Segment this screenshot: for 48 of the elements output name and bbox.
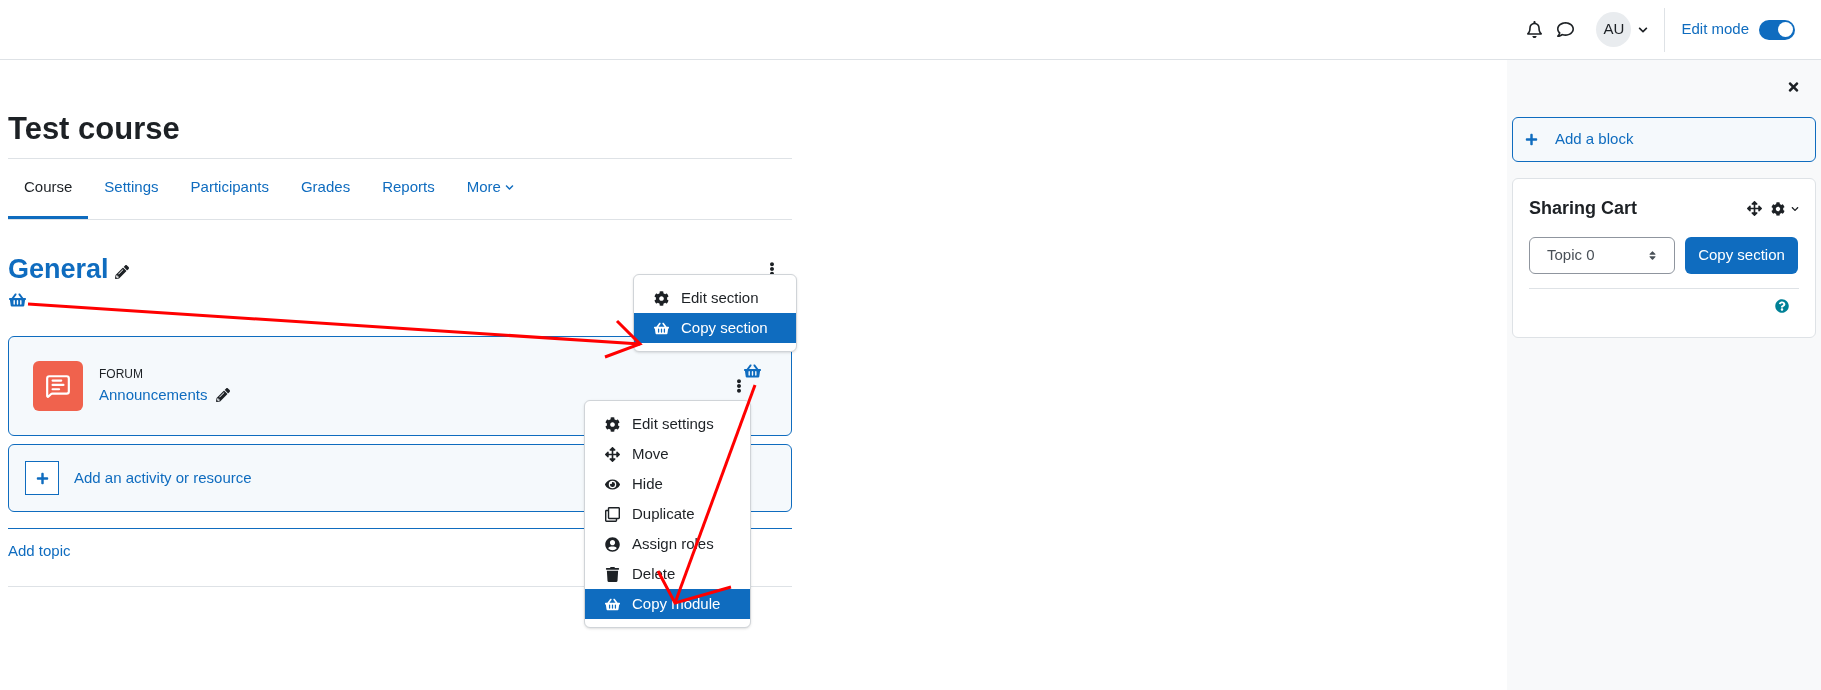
add-block-button[interactable]: Add a block (1512, 117, 1816, 162)
nav-tab[interactable]: More (450, 159, 530, 219)
nav-tab[interactable]: Course (8, 159, 89, 219)
nav-tab[interactable]: Reports (366, 159, 451, 219)
basket-icon (654, 320, 669, 336)
activity-type: FORUM (99, 365, 144, 382)
notification-bell-icon[interactable] (1526, 21, 1544, 38)
basket-icon (605, 596, 620, 612)
chevron-down-icon (504, 183, 514, 192)
sort-caret-icon (1648, 250, 1657, 261)
nav-tab[interactable]: Settings (88, 159, 175, 219)
nav-tab[interactable]: Grades (284, 159, 367, 219)
move-icon[interactable] (1747, 201, 1762, 216)
basket-icon[interactable] (9, 292, 26, 308)
duplicate-icon (605, 506, 620, 522)
plus-icon (1525, 133, 1538, 146)
menu-item[interactable]: Edit settings (585, 409, 750, 439)
topic-select[interactable]: Topic 0 (1529, 237, 1675, 274)
menu-item[interactable]: Delete (585, 559, 750, 589)
message-icon[interactable] (1557, 21, 1575, 38)
user-avatar[interactable]: AU (1596, 12, 1632, 47)
forum-icon (45, 373, 71, 399)
pencil-icon[interactable] (216, 388, 231, 402)
user-icon (605, 536, 620, 552)
add-topic-link[interactable]: Add topic (8, 542, 71, 559)
copy-section-button[interactable]: Copy section (1685, 237, 1798, 274)
trash-icon (605, 566, 620, 582)
chevron-down-icon[interactable] (1638, 24, 1649, 35)
nav-tab[interactable]: Participants (174, 159, 285, 219)
edit-mode-toggle[interactable] (1759, 19, 1795, 40)
plus-box-icon (25, 461, 59, 495)
chevron-down-icon[interactable] (1791, 204, 1799, 213)
basket-icon[interactable] (744, 363, 761, 379)
move-icon (605, 446, 620, 462)
menu-item[interactable]: Hide (585, 469, 750, 499)
edit-mode-label: Edit mode (1681, 19, 1749, 40)
gear-icon[interactable] (1771, 201, 1785, 216)
menu-item[interactable]: Edit section (634, 283, 796, 313)
pencil-icon[interactable] (114, 265, 129, 279)
gear-icon (654, 290, 669, 306)
menu-item[interactable]: Copy section (634, 313, 796, 343)
course-title: Test course (8, 110, 792, 159)
section-title[interactable]: General (8, 248, 109, 290)
gear-icon (605, 416, 620, 432)
close-icon[interactable] (1787, 80, 1800, 94)
help-icon[interactable] (1775, 299, 1789, 313)
activity-link[interactable]: Announcements (99, 383, 208, 407)
block-title: Sharing Cart (1529, 197, 1638, 220)
